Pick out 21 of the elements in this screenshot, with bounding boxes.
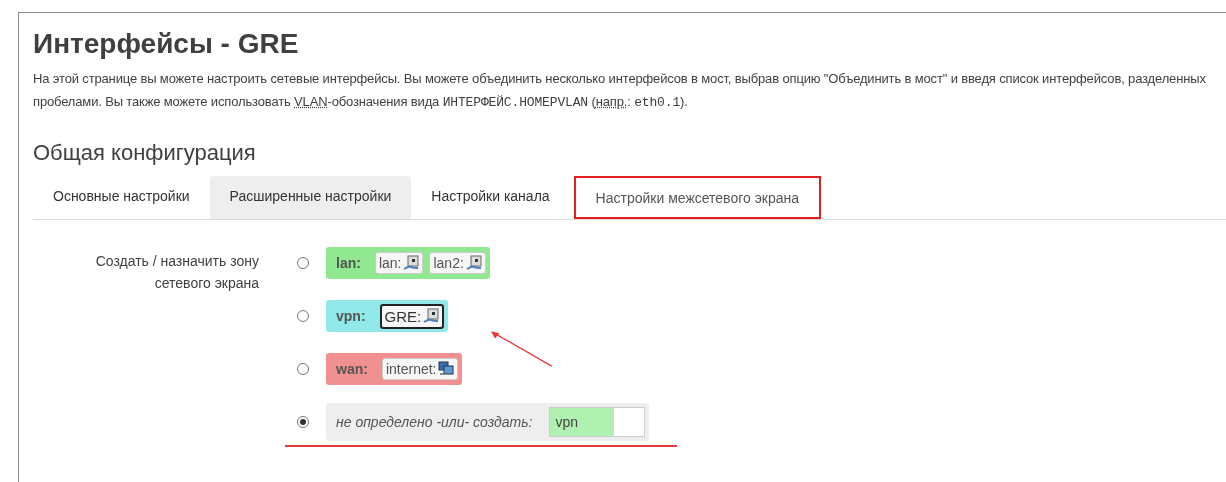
page-title: Интерфейсы - GRE xyxy=(33,27,300,61)
create-zone-label: не определено -или- создать: xyxy=(336,414,533,430)
tab[interactable]: Настройки канала xyxy=(411,176,570,219)
network-badge: lan: xyxy=(374,252,424,274)
zone-name: wan: xyxy=(336,361,368,377)
section-title: Общая конфигурация xyxy=(33,139,257,167)
zone-name: vpn: xyxy=(336,308,366,324)
network-badge: internet: xyxy=(381,358,459,380)
network-badge: GRE: xyxy=(379,303,445,329)
ethernet-port-icon xyxy=(403,255,420,271)
field-label: Создать / назначить зону сетевого экрана xyxy=(94,252,259,293)
computers-icon xyxy=(438,361,455,377)
network-badge: lan2: xyxy=(429,252,486,274)
description: На этой странице вы можете настроить сетевые интерфейсы. Вы можете объединить несколько интерфейсов в мост, выбрав опцию "Объединить в мост" и введя список интерфейсов, разделенных пробелами. Вы также можете использовать VLAN-обозначения вида ИНТЕРФЕЙС.НОМЕРVLAN (напр.: eth0.1). xyxy=(33,70,1207,112)
tab[interactable]: Настройки межсетевого экрана xyxy=(573,176,821,219)
zone-name: lan: xyxy=(336,255,361,271)
tab[interactable]: Основные настройки xyxy=(33,176,210,219)
tab[interactable]: Расширенные настройки xyxy=(209,176,412,219)
ethernet-port-icon xyxy=(423,308,440,324)
ethernet-port-icon xyxy=(465,255,482,271)
zone-name-input[interactable]: vpn xyxy=(548,407,645,437)
